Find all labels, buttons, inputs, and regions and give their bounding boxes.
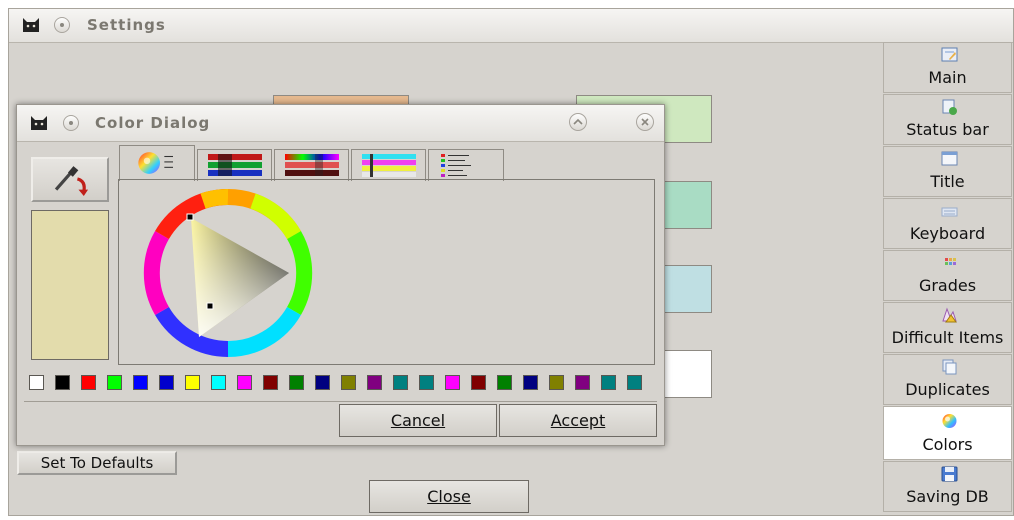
palette-color-swatch[interactable] xyxy=(497,375,512,390)
palette-color-swatch[interactable] xyxy=(445,375,460,390)
palette-color-swatch[interactable] xyxy=(289,375,304,390)
color-picker-panel xyxy=(118,179,655,365)
dialog-title: Color Dialog xyxy=(95,114,211,132)
chevron-up-icon xyxy=(573,118,583,125)
sidebar-item-status-bar[interactable]: Status bar xyxy=(883,94,1012,145)
tab-color-wheel[interactable] xyxy=(119,145,195,181)
palette-color-swatch[interactable] xyxy=(523,375,538,390)
cancel-label: Cancel xyxy=(390,411,446,430)
app-cat-icon xyxy=(31,116,47,130)
maximize-button[interactable] xyxy=(569,113,587,131)
tab-hsv-sliders[interactable] xyxy=(274,149,349,181)
sidebar-item-colors[interactable]: Colors xyxy=(883,406,1012,460)
palette-color-swatch[interactable] xyxy=(263,375,278,390)
sidebar-item-title[interactable]: Title xyxy=(883,146,1012,197)
sidebar-item-label: Title xyxy=(930,172,965,191)
sidebar-item-label: Grades xyxy=(918,276,977,295)
eyedropper-icon xyxy=(54,166,89,196)
color-wheel-triangle[interactable] xyxy=(143,188,313,358)
duplicates-icon xyxy=(942,359,957,375)
close-icon xyxy=(641,118,649,126)
eyedropper-button[interactable] xyxy=(31,157,109,202)
sidebar-item-saving-db[interactable]: Saving DB xyxy=(883,461,1012,512)
palette-color-swatch[interactable] xyxy=(133,375,148,390)
accept-button[interactable]: Accept xyxy=(499,404,657,437)
window-menu-button[interactable] xyxy=(63,115,79,131)
palette-color-swatch[interactable] xyxy=(471,375,486,390)
accept-label: Accept xyxy=(550,411,606,430)
sidebar-item-label: Status bar xyxy=(906,120,989,139)
sidebar-item-label: Main xyxy=(928,68,967,87)
palette-color-swatch[interactable] xyxy=(185,375,200,390)
status-bar-icon xyxy=(942,99,957,115)
sidebar-item-label: Difficult Items xyxy=(891,328,1004,347)
palette-color-swatch[interactable] xyxy=(601,375,616,390)
tab-cmyk-sliders[interactable] xyxy=(351,149,426,181)
sidebar-item-keyboard[interactable]: Keyboard xyxy=(883,198,1012,249)
tab-rgb-sliders[interactable] xyxy=(197,149,272,181)
palette-color-swatch[interactable] xyxy=(315,375,330,390)
color-wheel-icon xyxy=(138,152,173,174)
keyboard-icon xyxy=(941,207,958,217)
palette-color-swatch[interactable] xyxy=(341,375,356,390)
grades-icon xyxy=(945,258,956,265)
difficult-items-icon xyxy=(942,307,957,323)
close-label: Close xyxy=(427,487,471,506)
palette-color-swatch[interactable] xyxy=(107,375,122,390)
palette-color-swatch[interactable] xyxy=(627,375,642,390)
settings-sidebar: Main Status bar Title Keyboard Grades Di… xyxy=(883,42,1014,517)
window-title: Settings xyxy=(87,16,166,34)
tab-named-colors[interactable] xyxy=(428,149,504,181)
cancel-button[interactable]: Cancel xyxy=(339,404,497,437)
window-menu-button[interactable] xyxy=(54,17,70,33)
main-settings-icon xyxy=(941,47,958,62)
sidebar-item-label: Saving DB xyxy=(906,487,989,506)
palette-color-swatch[interactable] xyxy=(575,375,590,390)
palette-color-swatch[interactable] xyxy=(159,375,174,390)
palette-color-swatch[interactable] xyxy=(55,375,70,390)
palette-color-swatch[interactable] xyxy=(211,375,226,390)
colors-icon xyxy=(942,414,957,428)
sidebar-item-label: Keyboard xyxy=(909,224,986,243)
palette-color-swatch[interactable] xyxy=(549,375,564,390)
app-cat-icon xyxy=(23,18,39,32)
divider xyxy=(24,401,657,402)
sidebar-item-grades[interactable]: Grades xyxy=(883,250,1012,301)
palette-color-swatch[interactable] xyxy=(81,375,96,390)
dialog-titlebar[interactable]: Color Dialog xyxy=(17,105,664,142)
sidebar-item-main[interactable]: Main xyxy=(883,42,1012,93)
set-to-defaults-button[interactable]: Set To Defaults xyxy=(17,451,177,475)
floppy-disk-icon xyxy=(941,466,958,482)
title-window-icon xyxy=(941,151,958,166)
palette-color-swatch[interactable] xyxy=(419,375,434,390)
sidebar-item-label: Duplicates xyxy=(905,380,990,399)
sidebar-item-duplicates[interactable]: Duplicates xyxy=(883,354,1012,405)
sidebar-item-label: Colors xyxy=(922,435,973,454)
cmyk-sliders-icon xyxy=(362,154,416,177)
palette-color-swatch[interactable] xyxy=(367,375,382,390)
palette-color-swatch[interactable] xyxy=(29,375,44,390)
close-button[interactable]: Close xyxy=(369,480,529,513)
rgb-sliders-icon xyxy=(208,154,262,176)
color-dialog: Color Dialog Cancel Accept xyxy=(16,104,665,446)
palette-color-swatch[interactable] xyxy=(393,375,408,390)
close-dialog-button[interactable] xyxy=(636,113,654,131)
palette-color-swatch[interactable] xyxy=(237,375,252,390)
hsv-sliders-icon xyxy=(285,154,339,176)
named-colors-list-icon xyxy=(441,154,471,177)
settings-titlebar[interactable]: Settings xyxy=(9,9,1013,43)
sidebar-item-difficult-items[interactable]: Difficult Items xyxy=(883,302,1012,353)
color-preview xyxy=(31,210,109,360)
